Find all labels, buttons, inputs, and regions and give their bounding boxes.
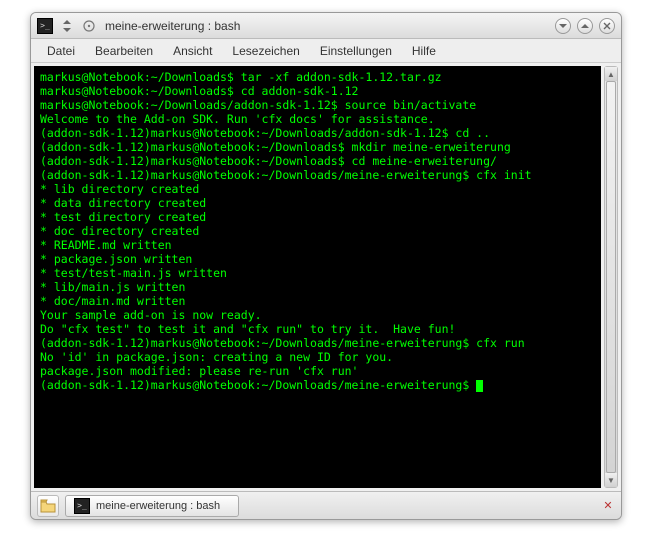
terminal-line: * lib directory created	[40, 182, 595, 196]
vertical-scrollbar[interactable]: ▲ ▼	[604, 66, 618, 488]
scrollbar-thumb[interactable]	[606, 81, 616, 473]
tab-bar-close-icon[interactable]: ✕	[601, 499, 615, 513]
scroll-down-button[interactable]: ▼	[605, 473, 617, 487]
menu-settings[interactable]: Einstellungen	[312, 42, 400, 60]
scroll-up-button[interactable]: ▲	[605, 67, 617, 81]
terminal-line: (addon-sdk-1.12)markus@Notebook:~/Downlo…	[40, 336, 595, 350]
menu-edit[interactable]: Bearbeiten	[87, 42, 161, 60]
terminal-cursor	[476, 380, 483, 392]
tab-terminal[interactable]: >_ meine-erweiterung : bash	[65, 495, 239, 517]
terminal-line: Do "cfx test" to test it and "cfx run" t…	[40, 322, 595, 336]
menu-help[interactable]: Hilfe	[404, 42, 444, 60]
chevron-up-down-icon[interactable]	[59, 18, 75, 34]
terminal-line: * doc directory created	[40, 224, 595, 238]
terminal-line: * lib/main.js written	[40, 280, 595, 294]
terminal-line: (addon-sdk-1.12)markus@Notebook:~/Downlo…	[40, 140, 595, 154]
scrollbar-track[interactable]	[605, 81, 617, 473]
terminal-line: * test directory created	[40, 210, 595, 224]
terminal-tab-icon: >_	[74, 498, 90, 514]
terminal-line: package.json modified: please re-run 'cf…	[40, 364, 595, 378]
terminal-line: markus@Notebook:~/Downloads$ tar -xf add…	[40, 70, 595, 84]
window-title: meine-erweiterung : bash	[103, 19, 549, 33]
terminal-line: No 'id' in package.json: creating a new …	[40, 350, 595, 364]
terminal-line: (addon-sdk-1.12)markus@Notebook:~/Downlo…	[40, 154, 595, 168]
window-titlebar[interactable]: >_ meine-erweiterung : bash	[31, 13, 621, 39]
minimize-button[interactable]	[555, 18, 571, 34]
terminal-line: (addon-sdk-1.12)markus@Notebook:~/Downlo…	[40, 168, 595, 182]
new-tab-button[interactable]	[37, 495, 59, 517]
terminal-line: * doc/main.md written	[40, 294, 595, 308]
app-menu-icon[interactable]	[81, 18, 97, 34]
terminal-line: markus@Notebook:~/Downloads/addon-sdk-1.…	[40, 98, 595, 112]
terminal-line: Welcome to the Add-on SDK. Run 'cfx docs…	[40, 112, 595, 126]
terminal-area: markus@Notebook:~/Downloads$ tar -xf add…	[31, 63, 621, 491]
terminal-line: * README.md written	[40, 238, 595, 252]
tab-label: meine-erweiterung : bash	[96, 500, 220, 512]
menu-view[interactable]: Ansicht	[165, 42, 220, 60]
menu-bookmarks[interactable]: Lesezeichen	[224, 42, 307, 60]
terminal-line: (addon-sdk-1.12)markus@Notebook:~/Downlo…	[40, 126, 595, 140]
terminal-app-icon: >_	[37, 18, 53, 34]
terminal-line: Your sample add-on is now ready.	[40, 308, 595, 322]
menu-bar: Datei Bearbeiten Ansicht Lesezeichen Ein…	[31, 39, 621, 63]
menu-file[interactable]: Datei	[39, 42, 83, 60]
terminal-line: * test/test-main.js written	[40, 266, 595, 280]
terminal-line: * data directory created	[40, 196, 595, 210]
terminal-window: >_ meine-erweiterung : bash Datei Bearbe…	[30, 12, 622, 520]
terminal-output[interactable]: markus@Notebook:~/Downloads$ tar -xf add…	[34, 66, 601, 488]
window-tab-bar: >_ meine-erweiterung : bash ✕	[31, 491, 621, 519]
terminal-line: * package.json written	[40, 252, 595, 266]
terminal-line: markus@Notebook:~/Downloads$ cd addon-sd…	[40, 84, 595, 98]
close-button[interactable]	[599, 18, 615, 34]
maximize-button[interactable]	[577, 18, 593, 34]
terminal-line: (addon-sdk-1.12)markus@Notebook:~/Downlo…	[40, 378, 595, 392]
